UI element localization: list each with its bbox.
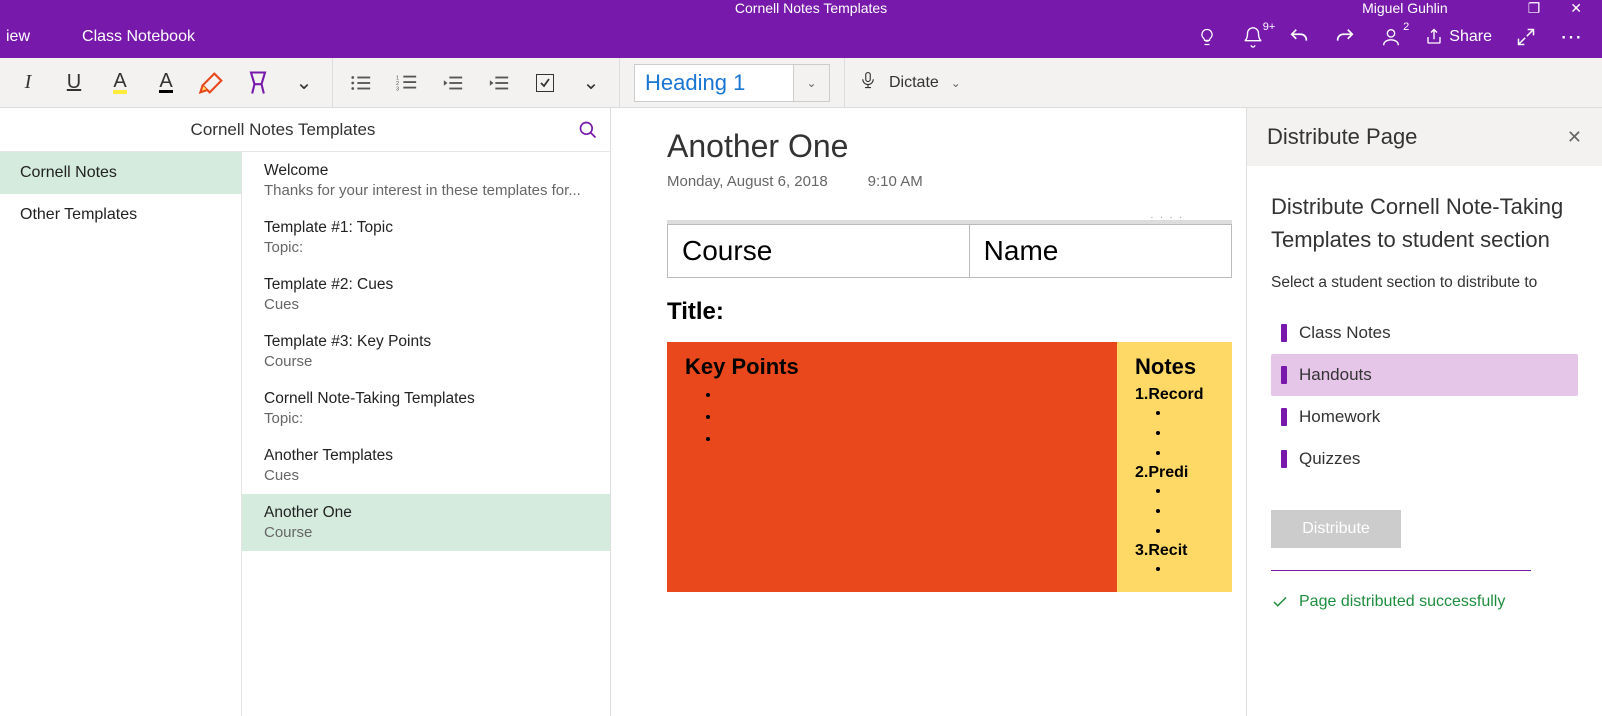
student-section-item[interactable]: Quizzes bbox=[1271, 438, 1578, 480]
student-section-item[interactable]: Homework bbox=[1271, 396, 1578, 438]
search-button[interactable] bbox=[566, 120, 610, 140]
style-selector[interactable]: Heading 1 bbox=[634, 64, 794, 102]
undo-icon[interactable] bbox=[1287, 25, 1311, 49]
tab-bar: iew Class Notebook 9+ 2 Share ⋯ bbox=[0, 16, 1602, 58]
title-bar: Cornell Notes Templates Miguel Guhlin ❐ … bbox=[0, 0, 1602, 16]
page-item[interactable]: Template #1: Topic Topic: bbox=[242, 209, 610, 266]
section-tab-icon bbox=[1281, 450, 1287, 468]
page-item[interactable]: Another Templates Cues bbox=[242, 437, 610, 494]
restore-icon[interactable]: ❐ bbox=[1528, 0, 1541, 17]
header-table[interactable]: Course Name bbox=[667, 224, 1232, 278]
fullscreen-icon[interactable] bbox=[1514, 25, 1538, 49]
page-item[interactable]: Template #2: Cues Cues bbox=[242, 266, 610, 323]
student-section-item[interactable]: Handouts bbox=[1271, 354, 1578, 396]
title-label[interactable]: Title: bbox=[667, 298, 1232, 326]
drag-handle-icon[interactable]: . . . . bbox=[1151, 210, 1184, 221]
section-item[interactable]: Other Templates bbox=[0, 194, 241, 236]
page-title[interactable]: Another One bbox=[667, 128, 1232, 165]
outdent-button[interactable] bbox=[439, 69, 467, 97]
more-icon[interactable]: ⋯ bbox=[1560, 25, 1584, 49]
share-button[interactable]: Share bbox=[1425, 28, 1492, 46]
font-color-button[interactable]: A bbox=[152, 69, 180, 97]
keypoints-cell[interactable]: Key Points bbox=[667, 342, 1117, 592]
page-item[interactable]: Template #3: Key Points Course bbox=[242, 323, 610, 380]
notes-header: Notes bbox=[1135, 354, 1214, 380]
distribute-button[interactable]: Distribute bbox=[1271, 510, 1401, 548]
page-item[interactable]: Another One Course bbox=[242, 494, 610, 551]
distribute-panel: Distribute Page ✕ Distribute Cornell Not… bbox=[1246, 108, 1602, 716]
number-list-button[interactable]: 123 bbox=[393, 69, 421, 97]
student-section-list: Class Notes Handouts Homework Quizzes bbox=[1271, 312, 1578, 480]
note-container[interactable]: . . . . Course Name Title: Key Points No… bbox=[667, 220, 1232, 592]
section-list: Cornell Notes Other Templates bbox=[0, 152, 242, 716]
highlight-button[interactable]: A bbox=[106, 69, 134, 97]
course-cell[interactable]: Course bbox=[668, 225, 970, 278]
bell-icon[interactable]: 9+ bbox=[1241, 25, 1265, 49]
page-item[interactable]: Welcome Thanks for your interest in thes… bbox=[242, 152, 610, 209]
paragraph-more-chevron[interactable]: ⌄ bbox=[577, 69, 605, 97]
page-date: Monday, August 6, 2018 bbox=[667, 173, 828, 190]
dictate-chevron[interactable]: ⌄ bbox=[951, 76, 961, 90]
page-list: Welcome Thanks for your interest in thes… bbox=[242, 152, 610, 716]
todo-tag-button[interactable] bbox=[531, 69, 559, 97]
page-time: 9:10 AM bbox=[868, 173, 923, 190]
tab-class-notebook[interactable]: Class Notebook bbox=[76, 20, 201, 54]
clear-format-button[interactable] bbox=[244, 69, 272, 97]
page-item[interactable]: Cornell Note-Taking Templates Topic: bbox=[242, 380, 610, 437]
bullet-list-button[interactable] bbox=[347, 69, 375, 97]
dictate-label: Dictate bbox=[889, 74, 939, 92]
notification-badge: 9+ bbox=[1263, 21, 1276, 33]
window-title: Cornell Notes Templates bbox=[0, 0, 1362, 16]
student-section-item[interactable]: Class Notes bbox=[1271, 312, 1578, 354]
indent-button[interactable] bbox=[485, 69, 513, 97]
user-name[interactable]: Miguel Guhlin bbox=[1362, 0, 1528, 16]
notes-table[interactable]: Key Points Notes 1.Record 2.Predi 3.Reci… bbox=[667, 342, 1232, 592]
style-chevron[interactable]: ⌄ bbox=[794, 64, 830, 102]
panel-header: Distribute Page bbox=[1267, 124, 1417, 150]
section-tab-icon bbox=[1281, 408, 1287, 426]
section-item[interactable]: Cornell Notes bbox=[0, 152, 241, 194]
close-icon[interactable]: ✕ bbox=[1570, 0, 1582, 17]
account-badge: 2 bbox=[1403, 21, 1409, 33]
italic-button[interactable]: I bbox=[14, 69, 42, 97]
close-panel-icon[interactable]: ✕ bbox=[1567, 127, 1582, 148]
success-message: Page distributed successfully bbox=[1271, 593, 1578, 611]
svg-text:3: 3 bbox=[396, 86, 399, 92]
check-icon bbox=[1271, 593, 1289, 611]
underline-button[interactable]: U bbox=[60, 69, 88, 97]
panel-title: Distribute Cornell Note-Taking Templates… bbox=[1271, 190, 1578, 256]
notebook-title[interactable]: Cornell Notes Templates bbox=[0, 120, 566, 140]
section-tab-icon bbox=[1281, 324, 1287, 342]
keypoints-header: Key Points bbox=[685, 354, 1099, 380]
navigation-pane: Cornell Notes Templates Cornell Notes Ot… bbox=[0, 108, 611, 716]
tab-view[interactable]: iew bbox=[0, 20, 36, 54]
mic-icon bbox=[859, 69, 877, 96]
dictate-button[interactable]: Dictate ⌄ bbox=[859, 69, 961, 96]
panel-instruction: Select a student section to distribute t… bbox=[1271, 274, 1578, 292]
page-canvas[interactable]: Another One Monday, August 6, 2018 9:10 … bbox=[611, 108, 1246, 716]
ribbon: I U A A ⌄ 123 ⌄ Heading 1 ⌄ bbox=[0, 58, 1602, 108]
name-cell[interactable]: Name bbox=[969, 225, 1231, 278]
divider bbox=[1271, 570, 1531, 571]
format-painter-button[interactable] bbox=[198, 69, 226, 97]
section-tab-icon bbox=[1281, 366, 1287, 384]
redo-icon[interactable] bbox=[1333, 25, 1357, 49]
font-more-chevron[interactable]: ⌄ bbox=[290, 69, 318, 97]
account-icon[interactable]: 2 bbox=[1379, 25, 1403, 49]
lightbulb-icon[interactable] bbox=[1195, 25, 1219, 49]
share-label: Share bbox=[1449, 28, 1492, 46]
notes-cell[interactable]: Notes 1.Record 2.Predi 3.Recit bbox=[1117, 342, 1232, 592]
